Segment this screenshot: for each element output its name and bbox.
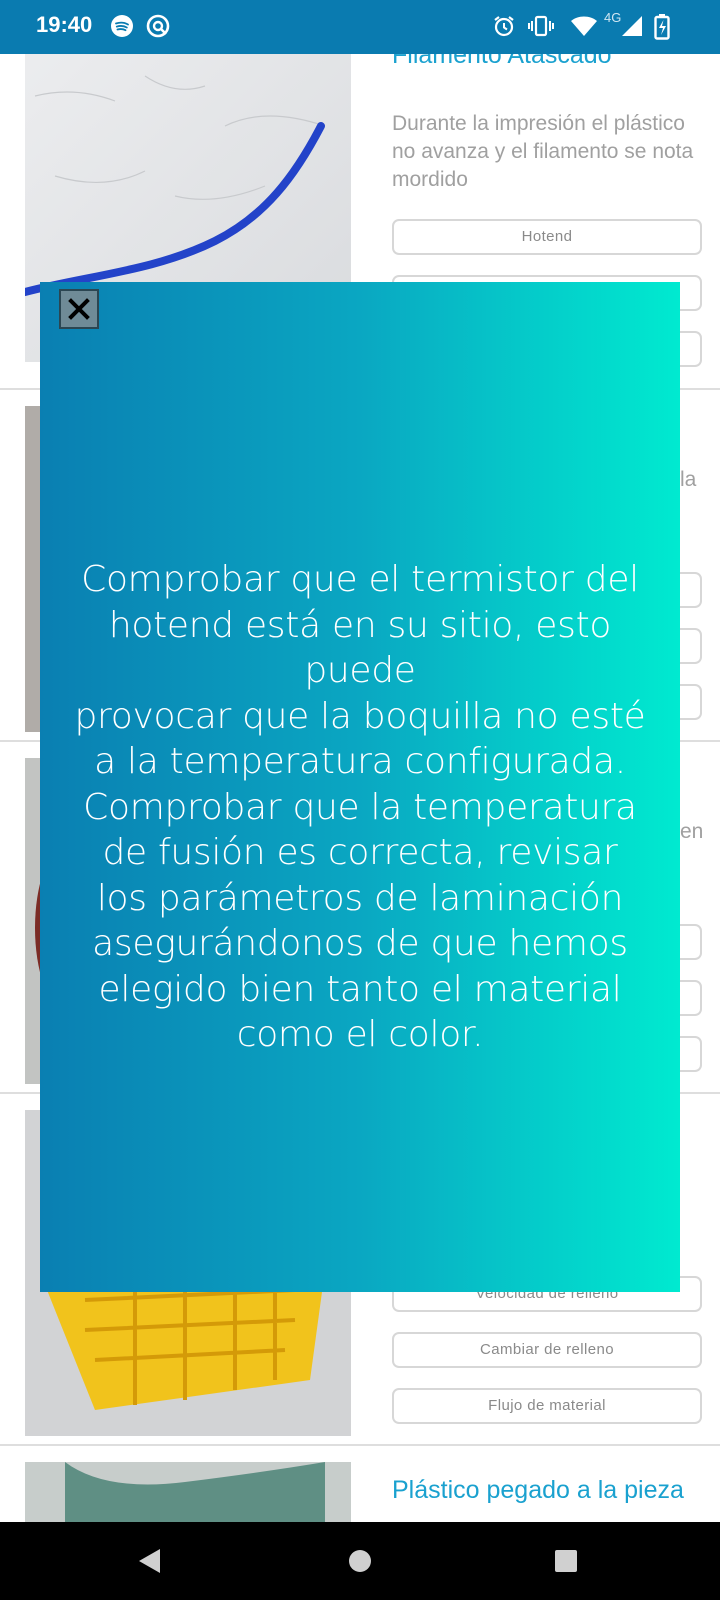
spotify-icon xyxy=(110,14,134,42)
close-icon xyxy=(68,298,90,320)
problem-image xyxy=(25,1462,351,1522)
home-icon xyxy=(349,1550,371,1572)
network-type: 4G xyxy=(604,10,622,25)
battery-charging-icon xyxy=(654,14,670,44)
back-icon xyxy=(139,1549,160,1573)
home-button[interactable] xyxy=(300,1522,420,1600)
cast-icon xyxy=(146,14,170,42)
alarm-icon xyxy=(492,14,516,42)
change-fill-button[interactable]: Cambiar de relleno xyxy=(392,1332,702,1368)
status-bar: 19:40 4G xyxy=(0,0,720,54)
status-time: 19:40 xyxy=(36,12,93,37)
material-flow-button[interactable]: Flujo de material xyxy=(392,1388,702,1424)
item-description: la xyxy=(680,468,697,491)
divider xyxy=(0,1444,720,1446)
wifi-icon xyxy=(570,14,598,42)
item-title[interactable]: Plástico pegado a la pieza xyxy=(392,1476,684,1505)
item-title[interactable]: Filamento Atascado xyxy=(392,54,612,70)
solution-popup: Comprobar que el termistor del hotend es… xyxy=(40,282,680,1292)
back-button[interactable] xyxy=(89,1522,209,1600)
recents-button[interactable] xyxy=(506,1522,626,1600)
popup-text: Comprobar que el termistor del hotend es… xyxy=(74,559,646,1055)
vibrate-icon xyxy=(528,14,554,42)
hotend-button[interactable]: Hotend xyxy=(392,219,702,255)
item-description: Durante la impresión el plástico no avan… xyxy=(392,112,694,191)
recents-icon xyxy=(555,1550,577,1572)
navigation-bar xyxy=(0,1522,720,1600)
item-description: en xyxy=(680,820,704,843)
signal-icon xyxy=(620,14,644,42)
close-button[interactable] xyxy=(59,289,99,329)
